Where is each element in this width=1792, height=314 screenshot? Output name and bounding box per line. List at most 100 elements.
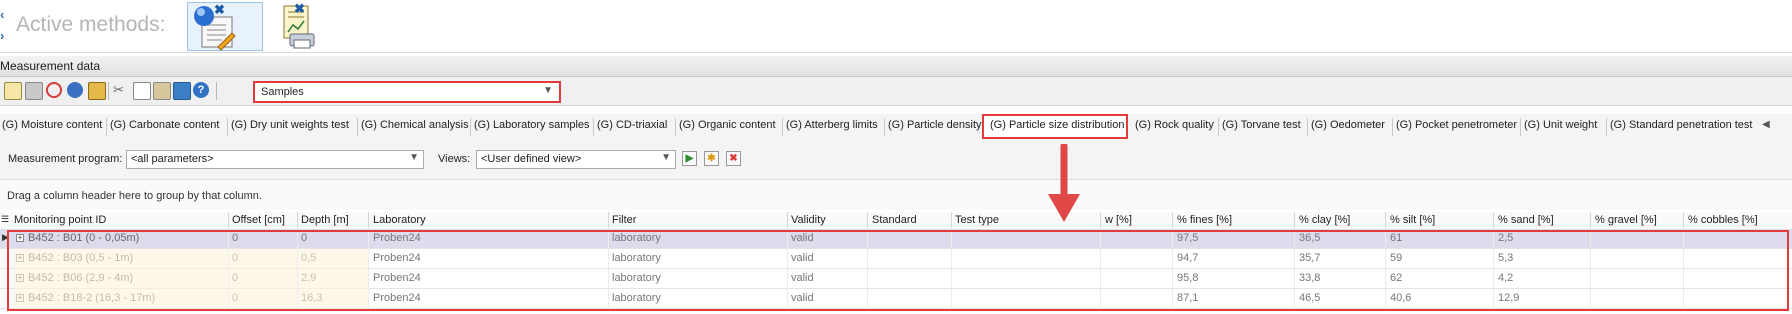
col-standard[interactable]: Standard — [872, 214, 917, 226]
save-icon[interactable] — [25, 82, 43, 100]
tab-separator — [1392, 118, 1393, 136]
col-fines[interactable]: % fines [%] — [1177, 214, 1232, 226]
cell-id: B452 : B01 (0 - 0,05m) — [28, 232, 140, 244]
table-row[interactable]: + B452 : B18-2 (16,3 - 17m) 0 16,3 Probe… — [0, 289, 1792, 309]
data-source-select[interactable]: Samples ▼ — [253, 81, 561, 103]
tab-particle-size-distribution[interactable]: (G) Particle size distribution — [982, 114, 1128, 139]
tab-separator — [675, 118, 676, 136]
delete-view-button[interactable]: ✖ — [726, 151, 741, 166]
method-report-printer[interactable]: ✖ — [272, 1, 348, 51]
method-globe-document[interactable]: ✖ — [187, 2, 263, 51]
new-view-button[interactable]: ✱ — [704, 151, 719, 166]
image-icon[interactable] — [173, 82, 191, 100]
tab-separator — [1307, 118, 1308, 136]
cell-silt: 61 — [1390, 232, 1403, 244]
tab-separator — [884, 118, 885, 136]
expand-icon[interactable]: + — [16, 254, 24, 262]
cell-validity: valid — [791, 272, 814, 284]
chevron-left-icon[interactable]: ‹ — [0, 4, 10, 25]
cell-offset: 0 — [232, 292, 239, 304]
chevron-down-icon: ▼ — [409, 152, 419, 163]
grid-line — [1100, 229, 1101, 311]
tab-atterberg-limits[interactable]: (G) Atterberg limits — [786, 119, 878, 131]
program-select[interactable]: <all parameters> ▼ — [126, 150, 424, 169]
col-validity[interactable]: Validity — [791, 214, 826, 226]
expand-icon[interactable]: + — [16, 234, 24, 242]
column-divider — [867, 212, 868, 229]
col-filter[interactable]: Filter — [612, 214, 636, 226]
tab-unit-weight[interactable]: (G) Unit weight — [1524, 119, 1597, 131]
chevron-right-icon[interactable]: › — [0, 25, 10, 46]
tab-carbonate-content[interactable]: (G) Carbonate content — [110, 119, 219, 131]
cell-sand: 2,5 — [1498, 232, 1514, 244]
views-select[interactable]: <User defined view> ▼ — [476, 150, 676, 169]
tab-separator — [106, 118, 107, 136]
col-depth[interactable]: Depth [m] — [301, 214, 349, 226]
cell-silt: 59 — [1390, 252, 1403, 264]
copy-icon[interactable] — [133, 82, 151, 100]
paste-icon[interactable] — [153, 82, 171, 100]
grid-line — [1172, 229, 1173, 311]
tab-particle-density[interactable]: (G) Particle density — [888, 119, 982, 131]
cell-silt: 40,6 — [1390, 292, 1412, 304]
cell-fines: 94,7 — [1177, 252, 1199, 264]
tab-laboratory-samples[interactable]: (G) Laboratory samples — [474, 119, 590, 131]
refresh-icon[interactable] — [67, 82, 83, 98]
grid-line — [1683, 229, 1684, 311]
tab-chemical-analysis[interactable]: (G) Chemical analysis — [361, 119, 469, 131]
cell-filter: laboratory — [612, 292, 661, 304]
expand-icon[interactable]: + — [16, 274, 24, 282]
tab-pocket-penetrometer[interactable]: (G) Pocket penetrometer — [1396, 119, 1517, 131]
nav-arrows[interactable]: ‹ › — [0, 4, 10, 46]
tab-separator — [357, 118, 358, 136]
column-options-icon[interactable]: ☰ — [1, 214, 9, 225]
program-label: Measurement program: — [8, 153, 123, 165]
close-icon[interactable]: ✖ — [214, 2, 225, 18]
expand-icon[interactable]: + — [16, 294, 24, 302]
grid-line — [1294, 229, 1295, 311]
col-cobbles[interactable]: % cobbles [%] — [1688, 214, 1758, 226]
cell-clay: 35,7 — [1299, 252, 1321, 264]
col-test-type[interactable]: Test type — [955, 214, 999, 226]
close-icon[interactable]: ✖ — [294, 1, 305, 17]
table-row[interactable]: + B452 : B06 (2,9 - 4m) 0 2,9 Proben24 l… — [0, 269, 1792, 289]
cell-lab: Proben24 — [373, 292, 421, 304]
tab-standard-penetration-test[interactable]: (G) Standard penetration test — [1610, 119, 1752, 131]
grid-header: ☰ Monitoring point ID Offset [cm] Depth … — [0, 212, 1792, 230]
table-row[interactable]: + B452 : B03 (0,5 - 1m) 0 0,5 Proben24 l… — [0, 249, 1792, 269]
grid-line — [368, 229, 369, 311]
col-offset[interactable]: Offset [cm] — [232, 214, 285, 226]
active-methods-bar: ‹ › Active methods: ✖ ✖ — [0, 0, 1792, 53]
group-panel[interactable]: Drag a column header here to group by th… — [0, 180, 1792, 210]
data-source-value: Samples — [261, 86, 304, 98]
col-silt[interactable]: % silt [%] — [1390, 214, 1435, 226]
tab-dry-unit-weights-test[interactable]: (G) Dry unit weights test — [231, 119, 349, 131]
column-divider — [608, 212, 609, 229]
tab-rock-quality[interactable]: (G) Rock quality — [1135, 119, 1214, 131]
tab-organic-content[interactable]: (G) Organic content — [679, 119, 776, 131]
cancel-icon[interactable] — [46, 82, 62, 98]
col-sand[interactable]: % sand [%] — [1498, 214, 1554, 226]
globe-document-icon — [194, 6, 236, 51]
tab-cd-triaxial[interactable]: (G) CD-triaxial — [597, 119, 667, 131]
cell-lab: Proben24 — [373, 252, 421, 264]
export-icon[interactable] — [88, 82, 106, 100]
column-divider — [228, 212, 229, 229]
col-w[interactable]: w [%] — [1105, 214, 1132, 226]
cell-clay: 33,8 — [1299, 272, 1321, 284]
cell-id: B452 : B03 (0,5 - 1m) — [28, 252, 134, 264]
col-clay[interactable]: % clay [%] — [1299, 214, 1350, 226]
help-icon[interactable]: ? — [193, 82, 209, 98]
tab-moisture-content[interactable]: (G) Moisture content — [2, 119, 102, 131]
apply-view-button[interactable]: ▶ — [682, 151, 697, 166]
col-laboratory[interactable]: Laboratory — [373, 214, 426, 226]
column-divider — [1294, 212, 1295, 229]
tab-oedometer[interactable]: (G) Oedometer — [1311, 119, 1385, 131]
new-document-icon[interactable] — [4, 82, 22, 100]
tab-torvane-test[interactable]: (G) Torvane test — [1222, 119, 1301, 131]
col-monitoring-point-id[interactable]: Monitoring point ID — [14, 214, 106, 226]
tab-scroll-left-icon[interactable]: ◀ — [1762, 119, 1770, 130]
col-gravel[interactable]: % gravel [%] — [1595, 214, 1657, 226]
table-row[interactable]: ▶ + B452 : B01 (0 - 0,05m) 0 0 Proben24 … — [0, 229, 1792, 249]
cut-icon[interactable]: ✂ — [113, 82, 129, 98]
